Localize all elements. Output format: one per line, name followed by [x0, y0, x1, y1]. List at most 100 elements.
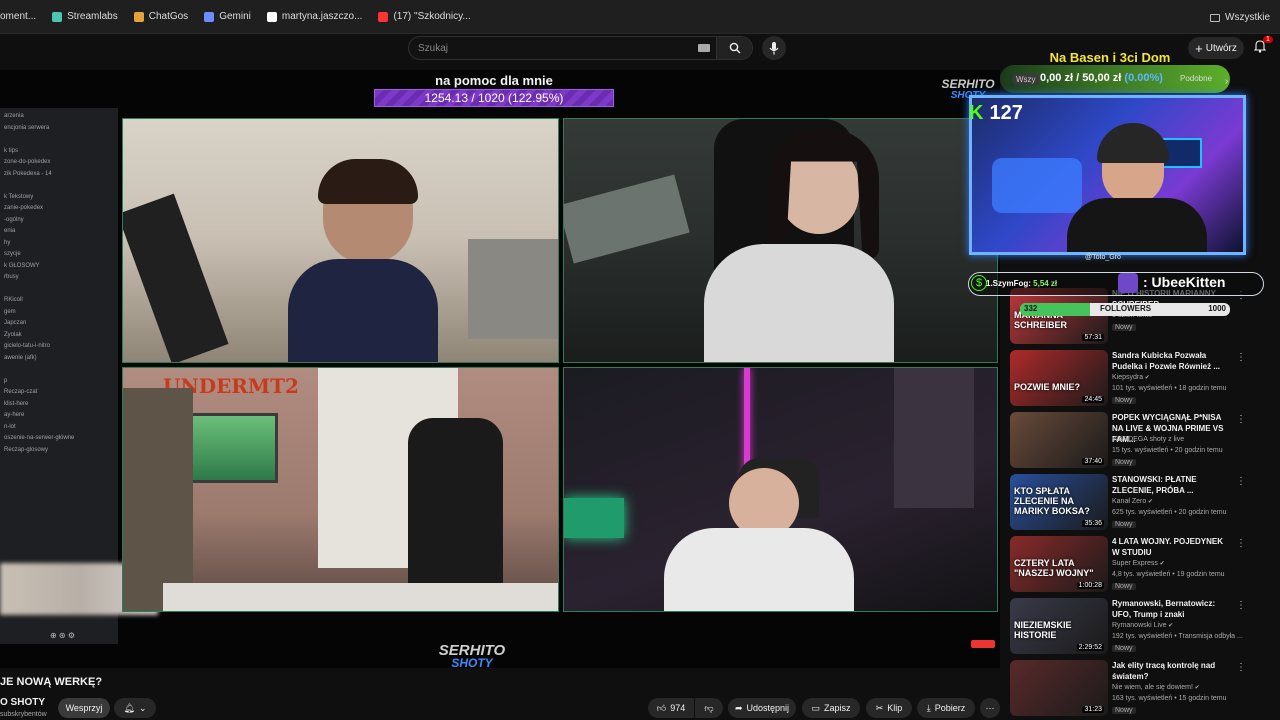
- bookmark-item[interactable]: oment...: [0, 11, 36, 22]
- video-thumbnail[interactable]: POZWIE MNIE? 24:45: [1010, 350, 1108, 406]
- discord-channel-item: encjonia serwera: [4, 124, 50, 131]
- video-thumbnail[interactable]: 37:40: [1010, 412, 1108, 468]
- video-duration: 37:40: [1082, 458, 1104, 465]
- video-title[interactable]: 4 LATA WOJNY. POJEDYNEK W STUDIU: [1112, 536, 1230, 558]
- chevron-down-icon: ⌄: [138, 702, 147, 713]
- thumbnail-text: NIEZIEMSKIE HISTORIE: [1014, 620, 1072, 640]
- recommended-video[interactable]: KTO SPŁATA ZLECENIE NA MARIKY BOKSA? 35:3…: [1010, 474, 1270, 534]
- background-chip-all[interactable]: Wszy: [1012, 74, 1040, 85]
- discord-channel-item: szycje: [4, 251, 21, 257]
- microphone-icon: [769, 41, 779, 54]
- verified-icon: ✔: [1166, 623, 1174, 629]
- video-meta: 101 tys. wyświetleń • 18 godzin temu: [1112, 385, 1227, 392]
- kick-logo-icon: K: [969, 102, 984, 124]
- video-channel[interactable]: WARDEGA shoty z live: [1112, 436, 1184, 443]
- bookmark-favicon-icon: [133, 11, 144, 22]
- discord-channel-item: ay-here: [4, 412, 25, 418]
- video-title[interactable]: Jak elity tracą kontrolę nad światem?: [1112, 660, 1230, 682]
- bell-icon: 🔔︎: [123, 702, 135, 713]
- new-badge: Nowy: [1112, 645, 1136, 652]
- subscribed-bell-button[interactable]: 🔔︎ ⌄: [114, 698, 156, 718]
- notification-count-badge: 1: [1263, 36, 1273, 43]
- discord-channel-item: [0, 284, 118, 296]
- more-options-icon[interactable]: ⋮: [1236, 538, 1246, 549]
- video-channel[interactable]: Nie wiem, ale się dowiem! ✔: [1112, 684, 1200, 691]
- video-title: JE NOWĄ WERKĘ?: [0, 676, 103, 688]
- recommended-video[interactable]: NIEZIEMSKIE HISTORIE 2:29:52 Rymanowski, B…: [1010, 598, 1270, 658]
- video-title[interactable]: STANOWSKI: PŁATNE ZLECENIE, PRÓBA ...: [1112, 474, 1230, 496]
- discord-channel-item: enia: [4, 228, 16, 234]
- all-bookmarks-button[interactable]: Wszystkie: [1210, 12, 1270, 23]
- discord-channel-item: RKicoll: [4, 297, 23, 303]
- share-button[interactable]: ➦ Udostępnij: [728, 698, 796, 718]
- bookmark-item[interactable]: ChatGos: [133, 11, 188, 22]
- notifications-button[interactable]: 1: [1253, 36, 1273, 58]
- download-label: Pobierz: [934, 703, 966, 713]
- discord-channel-item: rbusy: [4, 274, 19, 280]
- bookmark-item[interactable]: Streamlabs: [52, 11, 118, 22]
- more-options-icon[interactable]: ⋮: [1236, 352, 1246, 363]
- bookmark-item[interactable]: martyna.jaszczo...: [266, 11, 362, 22]
- clip-button[interactable]: ✂ Klip: [866, 698, 912, 718]
- top-donor-amount: 5,54 zł: [1033, 279, 1058, 288]
- chevron-right-icon[interactable]: ›: [1225, 76, 1228, 87]
- donation-goal-overlay-title: Na Basen i 3ci Dom: [1049, 50, 1171, 65]
- support-label: Wesprzyj: [65, 703, 103, 713]
- scissors-icon: ✂: [875, 702, 884, 713]
- serhito-logo-top-line1: SERHITO: [941, 77, 995, 91]
- more-options-icon[interactable]: ⋮: [1236, 662, 1246, 673]
- verified-icon: ✔: [1157, 561, 1165, 567]
- recommended-video[interactable]: MARIANNA SCHREIBER57:31NIE O HISTORII MA…: [1010, 288, 1270, 348]
- search-button[interactable]: [716, 37, 752, 59]
- support-button[interactable]: Wesprzyj: [58, 698, 110, 718]
- video-duration: 35:36: [1082, 520, 1104, 527]
- dislike-button[interactable]: 👎︎: [695, 698, 723, 718]
- video-channel[interactable]: Super Express ✔: [1112, 560, 1165, 567]
- discord-channel-item: k GŁOSOWY: [4, 262, 40, 269]
- video-channel[interactable]: Kanał Zero ✔: [1112, 498, 1153, 505]
- new-badge: Nowy: [1112, 707, 1136, 714]
- recommended-video[interactable]: 37:40 POPEK WYCIĄGNĄŁ P*NISA NA LIVE & WO…: [1010, 412, 1270, 472]
- recommended-video[interactable]: POZWIE MNIE? 24:45 Sandra Kubicka Pozwała …: [1010, 350, 1270, 410]
- discord-channel-item: -ogólny: [4, 216, 24, 223]
- recommended-video[interactable]: 31:23 Jak elity tracą kontrolę nad świate…: [1010, 660, 1270, 720]
- save-button[interactable]: ▭ Zapisz: [802, 698, 860, 718]
- download-button[interactable]: ⤓ Pobierz: [917, 698, 975, 718]
- discord-channel-item: zanie-pokedex: [4, 205, 44, 211]
- video-title[interactable]: Sandra Kubicka Pozwała Pudelka i Pozwie …: [1112, 350, 1230, 372]
- verified-icon: ✔: [1192, 685, 1200, 691]
- video-thumbnail[interactable]: MARIANNA SCHREIBER57:31: [1010, 288, 1108, 344]
- background-chip-similar[interactable]: Podobne: [1180, 74, 1212, 83]
- bookmark-item[interactable]: Gemini: [204, 11, 251, 22]
- more-options-icon[interactable]: ⋮: [1236, 600, 1246, 611]
- discord-channel-item: hy: [4, 239, 11, 246]
- video-thumbnail[interactable]: KTO SPŁATA ZLECENIE NA MARIKY BOKSA? 35:3…: [1010, 474, 1108, 530]
- bookmark-favicon-icon: [204, 11, 215, 22]
- more-options-icon[interactable]: ⋮: [1236, 414, 1246, 425]
- discord-channel-item: [0, 364, 118, 376]
- red-badge-icon: [971, 640, 995, 648]
- discord-channel-item: oszenie-na-serwer-główne: [4, 435, 75, 441]
- discord-channel-item: [0, 180, 118, 192]
- search-input[interactable]: Szukaj: [408, 36, 753, 60]
- discord-channel-item: zone-do-pokedex: [4, 159, 51, 165]
- voice-search-button[interactable]: [762, 36, 786, 60]
- bookmark-label: (17) "Szkodnicy...: [393, 11, 471, 22]
- video-channel[interactable]: Rymanowski Live ✔: [1112, 622, 1173, 629]
- keyboard-icon[interactable]: [698, 44, 710, 52]
- channel-name[interactable]: O SHOTY: [0, 697, 45, 708]
- video-thumbnail[interactable]: 31:23: [1010, 660, 1108, 716]
- video-thumbnail[interactable]: NIEZIEMSKIE HISTORIE 2:29:52: [1010, 598, 1108, 654]
- video-title[interactable]: Rymanowski, Bernatowicz: UFO, Trump i zn…: [1112, 598, 1230, 620]
- like-button[interactable]: 👍︎ 974: [648, 698, 694, 718]
- bookmark-item[interactable]: (17) "Szkodnicy...: [378, 11, 471, 22]
- search-icon: [729, 42, 740, 54]
- more-options-icon[interactable]: ⋮: [1236, 476, 1246, 487]
- recommended-video[interactable]: CZTERY LATA "NASZEJ WOJNY" 1:00:28 4 LATA …: [1010, 536, 1270, 596]
- video-channel-label: Super Express: [1112, 560, 1158, 567]
- download-icon: ⤓: [926, 702, 931, 713]
- more-actions-button[interactable]: ⋯: [980, 698, 1000, 718]
- video-channel[interactable]: Kiepsydra ✔: [1112, 374, 1150, 381]
- folder-icon: [1210, 13, 1220, 22]
- video-thumbnail[interactable]: CZTERY LATA "NASZEJ WOJNY" 1:00:28: [1010, 536, 1108, 592]
